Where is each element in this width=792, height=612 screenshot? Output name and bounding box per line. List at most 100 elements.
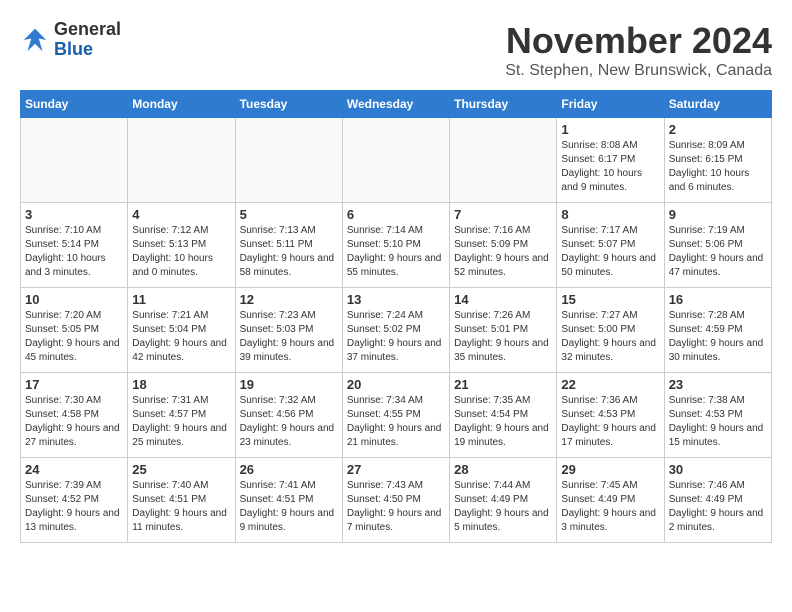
day-number: 21 — [454, 377, 552, 392]
day-info: Sunrise: 7:32 AM Sunset: 4:56 PM Dayligh… — [240, 394, 338, 450]
calendar-cell: 26Sunrise: 7:41 AM Sunset: 4:51 PM Dayli… — [235, 458, 342, 543]
day-number: 29 — [561, 462, 659, 477]
calendar-cell: 21 Sunrise: 7:35 AM Sunset: 4:54 PM Dayli… — [450, 373, 557, 458]
day-number: 20 — [347, 377, 445, 392]
logo-icon — [20, 25, 50, 55]
header-row: SundayMondayTuesdayWednesdayThursdayFrid… — [21, 91, 772, 118]
day-number: 7 — [454, 207, 552, 222]
day-of-week-header: Thursday — [450, 91, 557, 118]
day-info: Sunrise: 7:24 AM Sunset: 5:02 PM Dayligh… — [347, 309, 445, 365]
day-number: 3 — [25, 207, 123, 222]
day-number: 27 — [347, 462, 445, 477]
day-info: Sunrise: 7:17 AM Sunset: 5:07 PM Dayligh… — [561, 224, 659, 280]
day-of-week-header: Saturday — [664, 91, 771, 118]
day-number: 19 — [240, 377, 338, 392]
location: St. Stephen, New Brunswick, Canada — [505, 62, 772, 80]
day-info: Sunrise: 7:45 AM Sunset: 4:49 PM Dayligh… — [561, 479, 659, 535]
calendar-cell: 18Sunrise: 7:31 AM Sunset: 4:57 PM Dayli… — [128, 373, 235, 458]
calendar-cell — [21, 118, 128, 203]
day-number: 6 — [347, 207, 445, 222]
day-number: 22 — [561, 377, 659, 392]
day-info: Sunrise: 7:35 AM Sunset: 4:54 PM Dayligh… — [454, 394, 552, 450]
day-number: 8 — [561, 207, 659, 222]
day-info: Sunrise: 7:28 AM Sunset: 4:59 PM Dayligh… — [669, 309, 767, 365]
day-number: 16 — [669, 292, 767, 307]
day-info: Sunrise: 7:10 AM Sunset: 5:14 PM Dayligh… — [25, 224, 123, 280]
calendar-week-row: 24Sunrise: 7:39 AM Sunset: 4:52 PM Dayli… — [21, 458, 772, 543]
calendar-cell: 25 Sunrise: 7:40 AM Sunset: 4:51 PM Dayli… — [128, 458, 235, 543]
day-of-week-header: Monday — [128, 91, 235, 118]
day-number: 5 — [240, 207, 338, 222]
day-info: Sunrise: 7:41 AM Sunset: 4:51 PM Dayligh… — [240, 479, 338, 535]
day-of-week-header: Sunday — [21, 91, 128, 118]
calendar-cell: 9 Sunrise: 7:19 AM Sunset: 5:06 PM Daylig… — [664, 203, 771, 288]
calendar-cell: 28Sunrise: 7:44 AM Sunset: 4:49 PM Dayli… — [450, 458, 557, 543]
day-number: 23 — [669, 377, 767, 392]
day-number: 14 — [454, 292, 552, 307]
day-number: 12 — [240, 292, 338, 307]
day-info: Sunrise: 7:46 AM Sunset: 4:49 PM Dayligh… — [669, 479, 767, 535]
calendar-cell: 8 Sunrise: 7:17 AM Sunset: 5:07 PM Daylig… — [557, 203, 664, 288]
calendar-cell — [342, 118, 449, 203]
month-title: November 2024 — [505, 20, 772, 62]
day-number: 2 — [669, 122, 767, 137]
day-number: 17 — [25, 377, 123, 392]
day-number: 18 — [132, 377, 230, 392]
calendar-cell: 24Sunrise: 7:39 AM Sunset: 4:52 PM Dayli… — [21, 458, 128, 543]
day-number: 4 — [132, 207, 230, 222]
calendar-header: SundayMondayTuesdayWednesdayThursdayFrid… — [21, 91, 772, 118]
calendar-cell: 30Sunrise: 7:46 AM Sunset: 4:49 PM Dayli… — [664, 458, 771, 543]
calendar-cell: 15Sunrise: 7:27 AM Sunset: 5:00 PM Dayli… — [557, 288, 664, 373]
day-info: Sunrise: 7:26 AM Sunset: 5:01 PM Dayligh… — [454, 309, 552, 365]
day-number: 28 — [454, 462, 552, 477]
day-info: Sunrise: 7:38 AM Sunset: 4:53 PM Dayligh… — [669, 394, 767, 450]
day-number: 13 — [347, 292, 445, 307]
calendar-cell: 11 Sunrise: 7:21 AM Sunset: 5:04 PM Dayli… — [128, 288, 235, 373]
calendar-table: SundayMondayTuesdayWednesdayThursdayFrid… — [20, 90, 772, 543]
calendar-cell: 7 Sunrise: 7:16 AM Sunset: 5:09 PM Daylig… — [450, 203, 557, 288]
calendar-cell: 1 Sunrise: 8:08 AM Sunset: 6:17 PM Daylig… — [557, 118, 664, 203]
day-info: Sunrise: 7:39 AM Sunset: 4:52 PM Dayligh… — [25, 479, 123, 535]
day-info: Sunrise: 7:34 AM Sunset: 4:55 PM Dayligh… — [347, 394, 445, 450]
logo-text: General Blue — [54, 20, 121, 60]
day-info: Sunrise: 7:30 AM Sunset: 4:58 PM Dayligh… — [25, 394, 123, 450]
day-info: Sunrise: 8:08 AM Sunset: 6:17 PM Dayligh… — [561, 139, 659, 195]
day-info: Sunrise: 7:16 AM Sunset: 5:09 PM Dayligh… — [454, 224, 552, 280]
day-number: 1 — [561, 122, 659, 137]
day-number: 25 — [132, 462, 230, 477]
calendar-cell — [235, 118, 342, 203]
calendar-week-row: 17 Sunrise: 7:30 AM Sunset: 4:58 PM Dayli… — [21, 373, 772, 458]
calendar-week-row: 3 Sunrise: 7:10 AM Sunset: 5:14 PM Daylig… — [21, 203, 772, 288]
calendar-cell: 3 Sunrise: 7:10 AM Sunset: 5:14 PM Daylig… — [21, 203, 128, 288]
calendar-cell: 17 Sunrise: 7:30 AM Sunset: 4:58 PM Dayli… — [21, 373, 128, 458]
day-info: Sunrise: 7:43 AM Sunset: 4:50 PM Dayligh… — [347, 479, 445, 535]
calendar-cell: 6 Sunrise: 7:14 AM Sunset: 5:10 PM Daylig… — [342, 203, 449, 288]
day-number: 10 — [25, 292, 123, 307]
day-of-week-header: Friday — [557, 91, 664, 118]
day-info: Sunrise: 7:19 AM Sunset: 5:06 PM Dayligh… — [669, 224, 767, 280]
day-info: Sunrise: 7:14 AM Sunset: 5:10 PM Dayligh… — [347, 224, 445, 280]
day-info: Sunrise: 7:40 AM Sunset: 4:51 PM Dayligh… — [132, 479, 230, 535]
calendar-cell: 23 Sunrise: 7:38 AM Sunset: 4:53 PM Dayli… — [664, 373, 771, 458]
calendar-cell: 4 Sunrise: 7:12 AM Sunset: 5:13 PM Daylig… — [128, 203, 235, 288]
day-info: Sunrise: 7:36 AM Sunset: 4:53 PM Dayligh… — [561, 394, 659, 450]
calendar-body: 1 Sunrise: 8:08 AM Sunset: 6:17 PM Daylig… — [21, 118, 772, 543]
day-number: 9 — [669, 207, 767, 222]
day-info: Sunrise: 7:13 AM Sunset: 5:11 PM Dayligh… — [240, 224, 338, 280]
day-info: Sunrise: 7:12 AM Sunset: 5:13 PM Dayligh… — [132, 224, 230, 280]
calendar-week-row: 10 Sunrise: 7:20 AM Sunset: 5:05 PM Dayli… — [21, 288, 772, 373]
calendar-cell: 20 Sunrise: 7:34 AM Sunset: 4:55 PM Dayli… — [342, 373, 449, 458]
calendar-cell: 2 Sunrise: 8:09 AM Sunset: 6:15 PM Daylig… — [664, 118, 771, 203]
page-header: General Blue November 2024 St. Stephen, … — [20, 20, 772, 80]
day-info: Sunrise: 7:27 AM Sunset: 5:00 PM Dayligh… — [561, 309, 659, 365]
logo: General Blue — [20, 20, 121, 60]
day-info: Sunrise: 8:09 AM Sunset: 6:15 PM Dayligh… — [669, 139, 767, 195]
calendar-cell: 5 Sunrise: 7:13 AM Sunset: 5:11 PM Daylig… — [235, 203, 342, 288]
calendar-cell: 14 Sunrise: 7:26 AM Sunset: 5:01 PM Dayli… — [450, 288, 557, 373]
day-info: Sunrise: 7:21 AM Sunset: 5:04 PM Dayligh… — [132, 309, 230, 365]
calendar-cell: 16 Sunrise: 7:28 AM Sunset: 4:59 PM Dayli… — [664, 288, 771, 373]
calendar-cell — [450, 118, 557, 203]
day-number: 11 — [132, 292, 230, 307]
calendar-cell: 12Sunrise: 7:23 AM Sunset: 5:03 PM Dayli… — [235, 288, 342, 373]
day-info: Sunrise: 7:20 AM Sunset: 5:05 PM Dayligh… — [25, 309, 123, 365]
